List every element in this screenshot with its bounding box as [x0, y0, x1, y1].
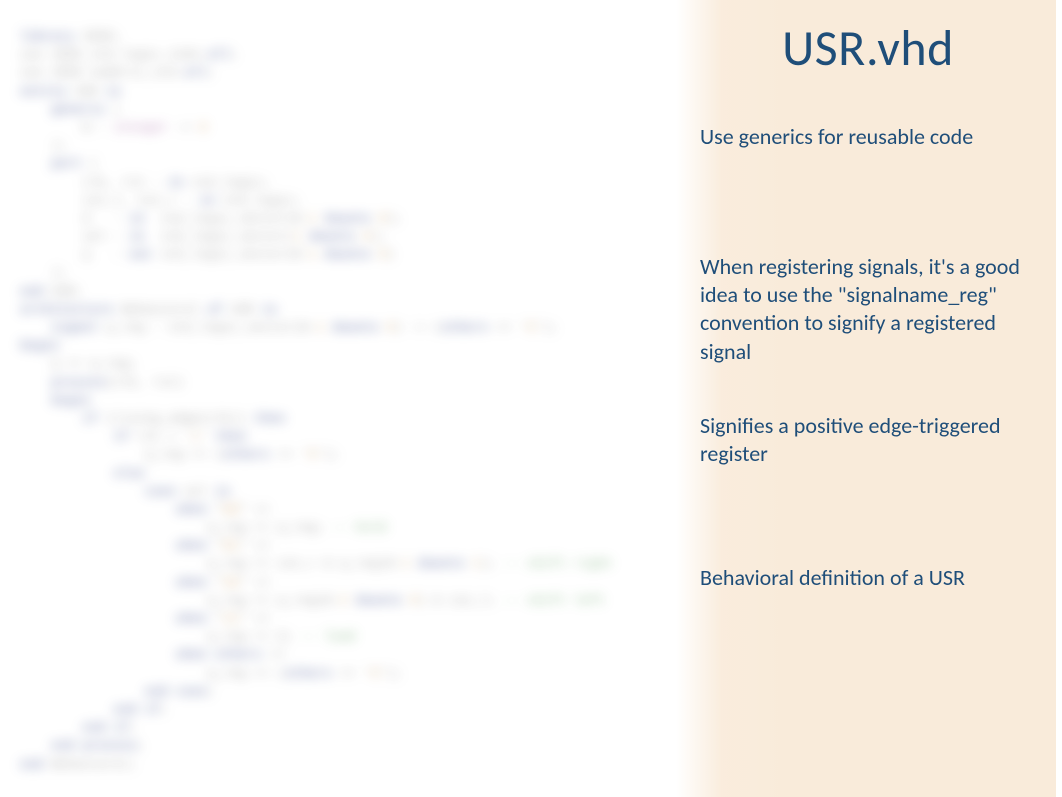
annotation-generics: Use generics for reusable code [700, 123, 1036, 151]
slide: library IEEE;use IEEE.std_logic_1164.all… [0, 0, 1062, 797]
annotation-reg-convention: When registering signals, it's a good id… [700, 253, 1036, 366]
slide-title: USR.vhd [700, 18, 1036, 79]
annotation-panel: USR.vhd Use generics for reusable code W… [676, 0, 1056, 797]
annotation-behavioral: Behavioral definition of a USR [700, 564, 1036, 592]
annotation-posedge: Signifies a positive edge-triggered regi… [700, 412, 1036, 468]
blurred-code-background: library IEEE;use IEEE.std_logic_1164.all… [0, 0, 700, 797]
